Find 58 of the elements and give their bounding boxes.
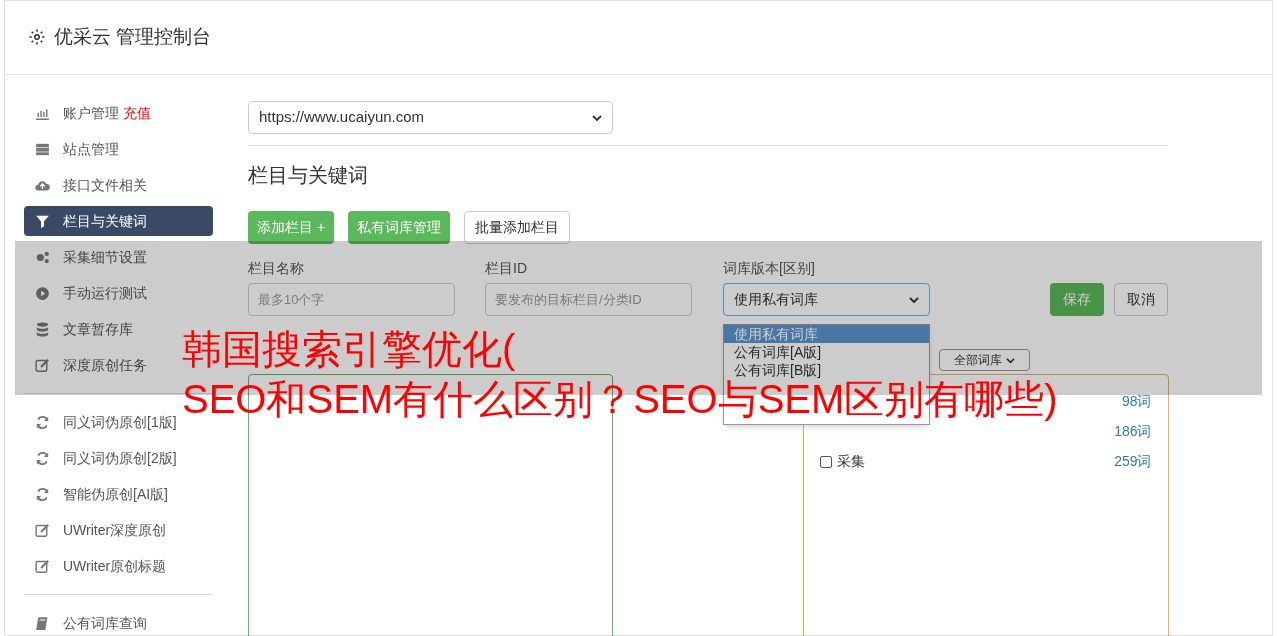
sidebar-item[interactable]: 站点管理 [24, 134, 213, 164]
play-icon [34, 284, 51, 302]
sidebar-label: 手动运行测试 [63, 283, 147, 303]
checkbox[interactable] [819, 455, 832, 468]
site-select[interactable]: https://www.ucaiyun.com [248, 101, 613, 134]
sidebar-item[interactable]: 栏目与关键词 [24, 206, 213, 236]
refresh-icon [34, 485, 51, 503]
sidebar-item[interactable]: 公有词库查询 [24, 608, 213, 636]
sidebar-label: 智能伪原创[AI版] [63, 484, 168, 504]
refresh-icon [34, 449, 51, 467]
section-title: 栏目与关键词 [248, 163, 369, 188]
sidebar-label: 采集细节设置 [63, 247, 147, 267]
sidebar-item[interactable]: 采集细节设置 [24, 242, 213, 272]
library-filter-select[interactable]: 全部词库 [938, 349, 1030, 371]
sidebar-label: 接口文件相关 [63, 175, 147, 195]
console-title: 优采云 管理控制台 [54, 24, 212, 49]
chevron-icon [909, 294, 919, 305]
input-field[interactable]: 最多10个字 [248, 283, 455, 316]
cancel-button[interactable]: 取消 [1114, 283, 1168, 316]
field-label: 栏目ID [485, 259, 528, 278]
field-label: 栏目名称 [248, 259, 305, 278]
word-count: 98词 [1121, 392, 1152, 411]
library-select[interactable]: 使用私有词库 [723, 283, 930, 316]
edit-icon [34, 521, 51, 539]
recharge-link[interactable]: 充值 [123, 102, 151, 124]
sidebar-label: 深度原创任务 [63, 355, 147, 375]
dropdown-option[interactable]: 公有词库[A版] [724, 343, 929, 361]
edit-icon [34, 356, 51, 374]
sidebar-item[interactable]: 手动运行测试 [24, 278, 213, 308]
sidebar-label: 账户管理 [63, 103, 119, 123]
sidebar-item[interactable]: 同义词伪原创[2版] [24, 443, 213, 473]
library-label: 采集 [836, 452, 865, 471]
database-icon [34, 320, 51, 338]
edit-icon [34, 557, 51, 575]
batch-add-button[interactable]: 批量添加栏目 [464, 211, 571, 244]
sidebar-label: 同义词伪原创[2版] [63, 448, 177, 468]
sidebar-label: UWriter深度原创 [63, 520, 167, 540]
sidebar-label: 站点管理 [63, 139, 119, 159]
settings-icon [28, 28, 46, 46]
dropdown-option[interactable]: 公有词库[B版] [724, 361, 929, 379]
sidebar-item[interactable]: 账户管理 充值 [24, 98, 213, 128]
sidebar-label: 栏目与关键词 [63, 211, 147, 231]
sidebar-item[interactable]: UWriter原创标题 [24, 551, 213, 581]
sidebar-item[interactable]: 接口文件相关 [24, 170, 213, 200]
sidebar-label: 同义词伪原创[1版] [63, 412, 177, 432]
chevron-icon [592, 112, 602, 123]
word-count: 259词 [1114, 452, 1152, 471]
sidebar-label: 文章暂存库 [63, 319, 133, 339]
sidebar-item[interactable]: UWriter深度原创 [24, 515, 213, 545]
headline-line: 韩国搜索引擎优化( [182, 326, 516, 373]
sidebar-item[interactable]: 智能伪原创[AI版] [24, 479, 213, 509]
sidebar-label: UWriter原创标题 [63, 556, 167, 576]
chevron-icon [1005, 355, 1015, 365]
refresh-icon [34, 413, 51, 431]
field-label: 词库版本[区别] [723, 259, 816, 278]
sidebar-label: 公有词库查询 [63, 613, 147, 633]
input-field[interactable]: 要发布的目标栏目/分类ID [485, 283, 692, 316]
word-count: 186词 [1114, 422, 1152, 441]
